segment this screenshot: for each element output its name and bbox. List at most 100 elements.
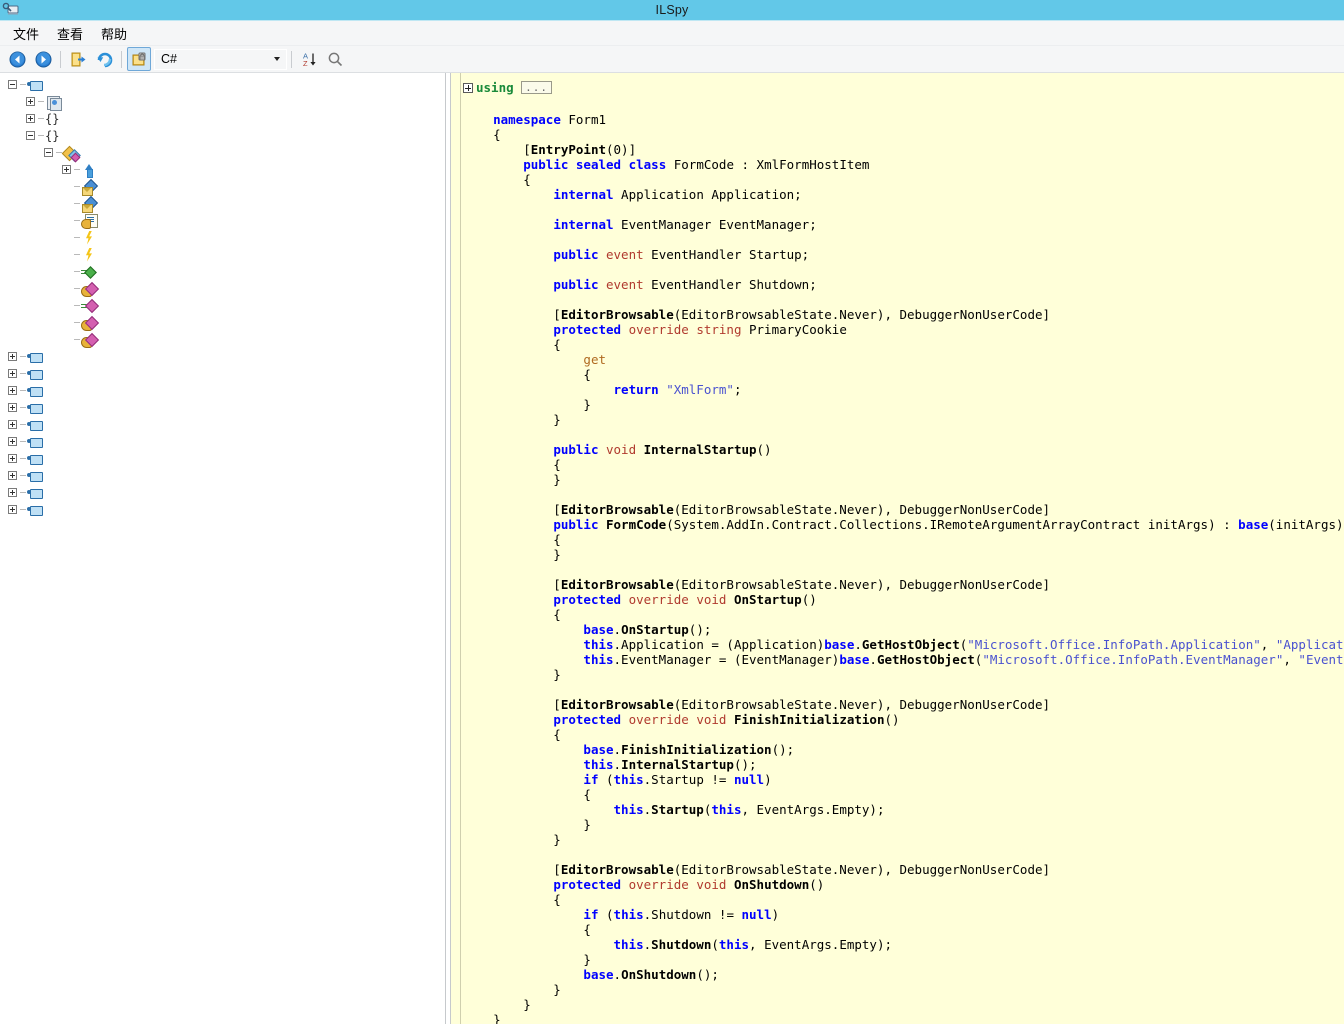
tree-connector (20, 475, 26, 476)
tree-node[interactable] (0, 348, 445, 365)
language-combo[interactable]: C# (154, 48, 287, 70)
tree-expand-toggle[interactable] (8, 386, 17, 395)
tree-connector (20, 441, 26, 442)
tree-expand-toggle[interactable] (26, 97, 35, 106)
assembly-icon (27, 400, 43, 416)
tree-node[interactable] (0, 382, 445, 399)
tree-node[interactable] (0, 280, 445, 297)
tree-connector (74, 237, 80, 238)
open-button[interactable] (66, 47, 90, 71)
decompiler-pane[interactable]: using ... namespace Form1 { [EntryPoint(… (451, 73, 1344, 1024)
tree-expand-toggle[interactable] (26, 114, 35, 123)
assembly-icon (27, 502, 43, 518)
back-button[interactable] (5, 47, 29, 71)
tree-connector (20, 390, 26, 391)
toolbar: C# A Z (0, 46, 1344, 73)
sort-button[interactable]: A Z (297, 47, 321, 71)
method-icon (81, 298, 100, 314)
tree-collapse-toggle[interactable] (44, 148, 53, 157)
tree-node[interactable] (0, 399, 445, 416)
assembly-icon (27, 366, 43, 382)
tree-connector (74, 271, 80, 272)
tree-connector (20, 492, 26, 493)
tree-expand-toggle[interactable] (8, 420, 17, 429)
assembly-icon (27, 434, 43, 450)
assembly-icon (27, 485, 43, 501)
tree-connector (20, 424, 26, 425)
assembly-icon (27, 383, 43, 399)
class-icon (61, 145, 81, 162)
tree-node[interactable]: {} (0, 127, 445, 144)
code-area[interactable]: using ... namespace Form1 { [EntryPoint(… (461, 73, 1344, 1024)
code-gutter (451, 73, 461, 1024)
tree-node[interactable] (0, 212, 445, 229)
tree-expand-toggle[interactable] (8, 352, 17, 361)
tree-collapse-toggle[interactable] (26, 131, 35, 140)
tree-node[interactable] (0, 263, 445, 280)
menu-file[interactable]: 文件 (4, 22, 48, 45)
forward-button[interactable] (31, 47, 55, 71)
method-prot-icon (81, 315, 100, 331)
tree-connector (74, 203, 80, 204)
menu-view[interactable]: 查看 (48, 22, 92, 45)
field-icon (81, 195, 99, 213)
tree-connector (20, 84, 26, 85)
tree-node[interactable] (0, 178, 445, 196)
tree-node[interactable] (0, 365, 445, 382)
search-button[interactable] (323, 47, 347, 71)
tree-connector (20, 407, 26, 408)
decompiled-code[interactable]: namespace Form1 { [EntryPoint(0)] public… (461, 97, 1344, 1024)
tree-node[interactable] (0, 76, 445, 93)
using-collapsed-placeholder[interactable]: ... (521, 81, 553, 94)
method-prot-icon (81, 281, 100, 297)
tree-node[interactable] (0, 246, 445, 263)
tree-expand-toggle[interactable] (8, 505, 17, 514)
tree-node[interactable] (0, 331, 445, 348)
tree-expand-toggle[interactable] (8, 403, 17, 412)
tree-expand-toggle[interactable] (8, 437, 17, 446)
tree-node[interactable]: {} (0, 110, 445, 127)
event-icon (81, 230, 97, 246)
method-prot-icon (81, 332, 100, 348)
tree-node[interactable] (0, 484, 445, 501)
tree-connector (20, 458, 26, 459)
assembly-tree-pane[interactable]: {} {} (0, 73, 445, 1024)
tree-node[interactable] (0, 161, 445, 178)
tree-node[interactable] (0, 501, 445, 518)
tree-expand-toggle[interactable] (8, 471, 17, 480)
tree-node[interactable] (0, 93, 445, 111)
tree-expand-toggle[interactable] (8, 454, 17, 463)
assembly-tree[interactable]: {} {} (0, 76, 445, 518)
tree-expand-toggle[interactable] (8, 369, 17, 378)
tree-node[interactable] (0, 144, 445, 162)
toolbar-separator-3 (291, 50, 292, 68)
tree-connector (38, 118, 44, 119)
main-body: {} {} using ... namespace Form1 { [EntryP… (0, 73, 1344, 1024)
tree-node[interactable] (0, 433, 445, 450)
event-icon (81, 247, 97, 263)
decompile-button[interactable] (127, 47, 151, 71)
tree-connector (20, 373, 26, 374)
tree-node[interactable] (0, 416, 445, 433)
tree-node[interactable] (0, 450, 445, 467)
tree-node[interactable] (0, 314, 445, 331)
namespace-icon: {} (45, 128, 60, 143)
tree-collapse-toggle[interactable] (8, 80, 17, 89)
tree-node[interactable] (0, 297, 445, 314)
refresh-button[interactable] (92, 47, 116, 71)
window-title: ILSpy (655, 3, 689, 17)
tree-connector (20, 356, 26, 357)
svg-text:Z: Z (303, 59, 308, 68)
menu-help[interactable]: 帮助 (92, 22, 136, 45)
tree-expand-toggle[interactable] (8, 488, 17, 497)
using-fold-line[interactable]: using ... (461, 79, 1344, 97)
fold-expand-icon[interactable] (463, 83, 473, 93)
tree-node[interactable] (0, 229, 445, 246)
tree-connector (74, 186, 80, 187)
using-keyword: using (476, 80, 514, 95)
tree-node[interactable] (0, 467, 445, 484)
tree-connector (74, 220, 80, 221)
tree-expand-toggle[interactable] (62, 165, 71, 174)
assembly-icon (27, 349, 43, 365)
tree-node[interactable] (0, 195, 445, 213)
